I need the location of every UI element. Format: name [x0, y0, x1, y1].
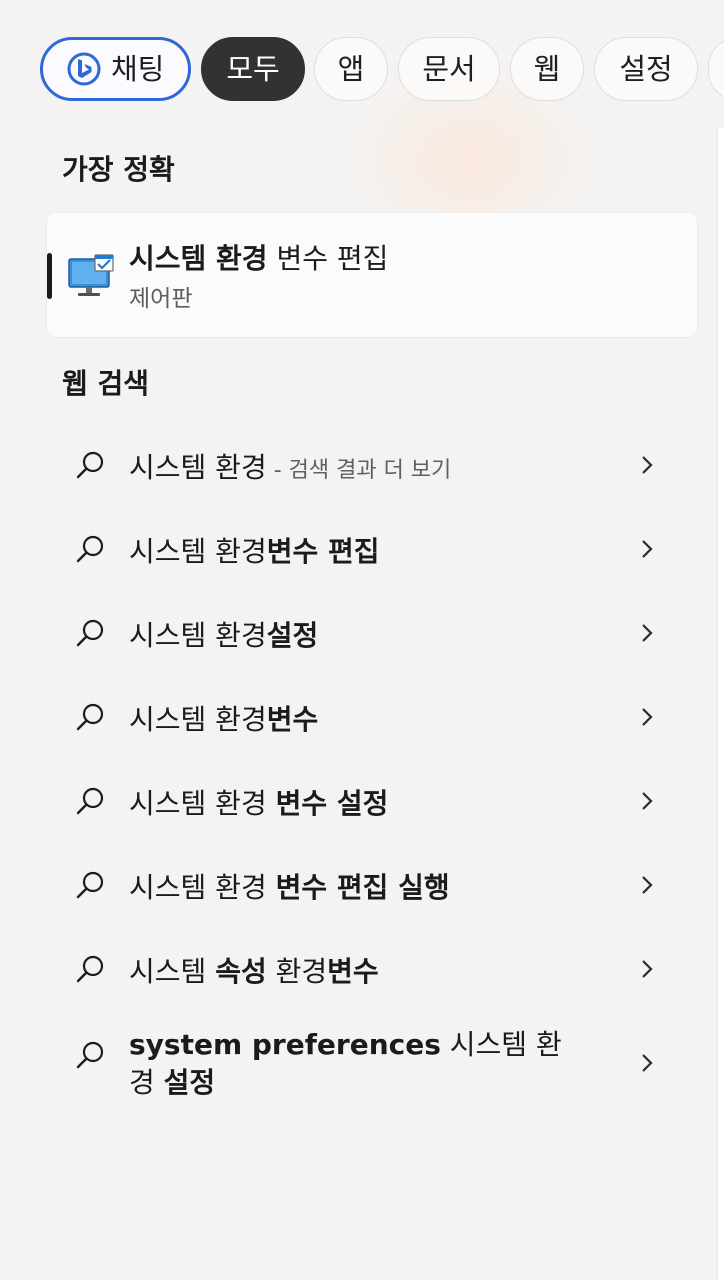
chevron-right-icon [642, 540, 653, 558]
chevron-right-icon [642, 456, 653, 474]
web-result-normal: 시스템 환경 [129, 535, 267, 568]
web-result-item[interactable]: 시스템 환경변수 [47, 674, 697, 758]
web-result-text: 시스템 환경 변수 설정 [129, 782, 388, 822]
web-result-normal: 시스템 환경 [129, 451, 267, 484]
search-icon [76, 871, 104, 899]
web-result-item[interactable]: 시스템 환경 변수 편집 실행 [47, 842, 697, 926]
best-match-heading: 가장 정확 [62, 153, 175, 186]
best-match-item[interactable]: 시스템 환경 변수 편집 제어판 [47, 213, 697, 337]
web-results-list: 시스템 환경 - 검색 결과 더 보기 시스템 환경변수 편집 시스템 환경설정… [47, 422, 697, 1132]
web-result-text: 시스템 환경변수 편집 [129, 530, 380, 570]
web-result-bold: 설정 [266, 619, 319, 652]
filter-settings-button[interactable]: 설정 [594, 37, 698, 101]
chevron-right-icon [642, 876, 653, 894]
preview-pane-edge [717, 128, 724, 1280]
web-result-item[interactable]: 시스템 속성 환경변수 [47, 926, 697, 1010]
chevron-right-icon [642, 708, 653, 726]
web-result-suffix: - 검색 결과 더 보기 [266, 458, 452, 483]
best-match-name-bold: 시스템 환경 [129, 242, 268, 275]
web-result-bold: 변수 편집 [266, 535, 380, 568]
web-result-bold: system preferences [129, 1028, 441, 1061]
web-result-bold: 변수 설정 [275, 787, 389, 820]
web-result-bold-2: 설정 [163, 1066, 216, 1099]
search-icon [76, 619, 104, 647]
web-result-text: 시스템 환경설정 [129, 614, 318, 654]
web-result-item[interactable]: 시스템 환경설정 [47, 590, 697, 674]
web-search-heading: 웹 검색 [62, 367, 150, 400]
search-icon [76, 787, 104, 815]
web-result-item[interactable]: 시스템 환경변수 편집 [47, 506, 697, 590]
web-result-normal: 시스템 환경 [129, 871, 276, 904]
chevron-right-icon [642, 1054, 653, 1072]
selection-indicator [47, 253, 52, 299]
web-result-normal: 시스템 환경 [129, 787, 276, 820]
web-result-item[interactable]: 시스템 환경 변수 설정 [47, 758, 697, 842]
web-result-text: 시스템 환경변수 [129, 698, 318, 738]
search-icon [76, 955, 104, 983]
web-result-normal: 시스템 환경 [129, 703, 267, 736]
web-result-normal-2: 환경 [266, 955, 328, 988]
web-result-bold: 변수 [266, 703, 319, 736]
search-icon [76, 703, 104, 731]
web-result-normal: 시스템 환경 [129, 619, 267, 652]
web-result-text: 시스템 속성 환경변수 [129, 950, 379, 990]
web-result-normal: 시스템 [129, 955, 216, 988]
bing-chat-icon [67, 52, 101, 86]
filter-all-button[interactable]: 모두 [201, 37, 305, 101]
filter-chat-label: 채팅 [111, 52, 165, 86]
search-panel: 채팅 모두 앱 문서 웹 설정 가장 정확 시스템 환경 변수 편집 제어판 웹… [0, 0, 724, 1280]
web-result-text: 시스템 환경 - 검색 결과 더 보기 [129, 446, 451, 486]
system-properties-monitor-icon [68, 254, 114, 296]
best-match-name-rest: 변수 편집 [267, 242, 389, 275]
best-match-name: 시스템 환경 변수 편집 [129, 237, 388, 277]
web-result-bold: 속성 [215, 955, 267, 988]
web-result-item[interactable]: system preferences 시스템 환경 설정 [47, 1010, 697, 1132]
best-match-subtitle: 제어판 [129, 286, 193, 312]
search-icon [76, 1041, 104, 1069]
search-icon [76, 451, 104, 479]
chevron-right-icon [642, 624, 653, 642]
chevron-right-icon [642, 792, 653, 810]
web-result-item[interactable]: 시스템 환경 - 검색 결과 더 보기 [47, 422, 697, 506]
filter-web-button[interactable]: 웹 [510, 37, 584, 101]
search-icon [76, 535, 104, 563]
filter-chat-button[interactable]: 채팅 [40, 37, 191, 101]
filter-apps-button[interactable]: 앱 [314, 37, 388, 101]
chevron-right-icon [642, 960, 653, 978]
web-result-text: 시스템 환경 변수 편집 실행 [129, 866, 450, 906]
web-result-bold-2: 변수 [327, 955, 379, 988]
filter-documents-button[interactable]: 문서 [398, 37, 500, 101]
web-result-bold: 변수 편집 실행 [275, 871, 450, 904]
filter-more-button[interactable] [708, 37, 724, 101]
web-result-text: system preferences 시스템 환경 설정 [129, 1026, 569, 1102]
